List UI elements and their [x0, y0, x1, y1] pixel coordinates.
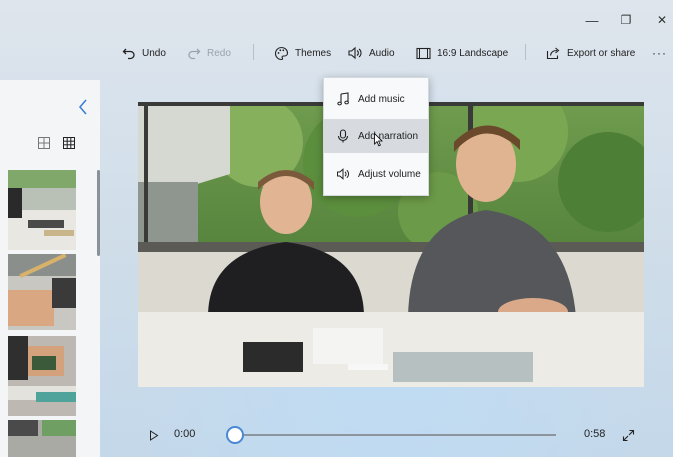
redo-icon: [188, 48, 201, 60]
more-options-label: ···: [652, 46, 667, 60]
volume-icon: [348, 46, 362, 60]
panel-scrollbar[interactable]: [97, 170, 100, 256]
duration-time: 0:58: [584, 428, 606, 440]
add-music-label: Add music: [358, 93, 405, 105]
media-thumbnail[interactable]: [8, 170, 76, 250]
grid-small-view-button[interactable]: [63, 136, 77, 150]
toolbar-divider: [525, 44, 526, 60]
export-button[interactable]: Export or share: [546, 40, 635, 66]
fullscreen-button[interactable]: [620, 427, 636, 443]
media-thumbnail[interactable]: [8, 336, 76, 416]
expand-icon: [622, 429, 634, 441]
grid-large-view-button[interactable]: [38, 136, 52, 150]
media-thumbnail[interactable]: [8, 254, 76, 330]
seek-thumb[interactable]: [226, 426, 244, 444]
audio-menu: Add music Add narration Adjust volume: [323, 77, 429, 196]
collapse-panel-button[interactable]: [74, 98, 92, 116]
aspect-ratio-label: 16:9 Landscape: [437, 47, 509, 59]
redo-label: Redo: [207, 47, 231, 59]
adjust-volume-menu-item[interactable]: Adjust volume: [324, 157, 428, 191]
toolbar-divider: [253, 44, 254, 60]
add-music-menu-item[interactable]: Add music: [324, 82, 428, 116]
themes-label: Themes: [295, 47, 332, 59]
undo-icon: [122, 48, 135, 60]
thumbnail-image: [8, 336, 76, 416]
thumbnail-image: [8, 170, 76, 250]
audio-label: Audio: [369, 47, 395, 59]
more-options-button[interactable]: ···: [652, 40, 667, 66]
mouse-cursor-icon: [374, 133, 383, 147]
media-thumbnail[interactable]: [8, 420, 76, 457]
landscape-icon: [416, 47, 431, 59]
share-icon: [546, 47, 560, 60]
export-label: Export or share: [567, 47, 636, 59]
grid-large-icon: [38, 137, 50, 149]
themes-button[interactable]: Themes: [274, 40, 331, 66]
play-icon: [150, 429, 159, 441]
seek-bar[interactable]: [236, 434, 556, 436]
minimize-button[interactable]: —: [577, 8, 607, 32]
adjust-volume-label: Adjust volume: [358, 168, 421, 180]
close-button[interactable]: ✕: [647, 8, 673, 32]
redo-button[interactable]: Redo: [187, 40, 231, 66]
palette-icon: [274, 46, 289, 60]
thumbnail-image: [8, 420, 76, 457]
chevron-left-icon: [79, 99, 87, 115]
grid-small-icon: [63, 137, 75, 149]
add-narration-label: Add narration: [358, 130, 419, 142]
music-note-icon: [336, 92, 350, 106]
movie-editor-window: — ❐ ✕ Undo Redo Themes Audio 16:9 Landsc…: [0, 0, 673, 457]
play-button[interactable]: [147, 428, 161, 442]
audio-button[interactable]: Audio: [347, 40, 395, 66]
add-narration-menu-item[interactable]: Add narration: [324, 119, 428, 153]
microphone-icon: [336, 129, 350, 143]
thumbnail-image: [8, 254, 76, 330]
undo-button[interactable]: Undo: [122, 40, 166, 66]
aspect-ratio-button[interactable]: 16:9 Landscape: [416, 40, 508, 66]
undo-label: Undo: [142, 47, 166, 59]
restore-button[interactable]: ❐: [611, 8, 641, 32]
volume-icon: [336, 167, 350, 181]
current-time: 0:00: [174, 428, 196, 440]
